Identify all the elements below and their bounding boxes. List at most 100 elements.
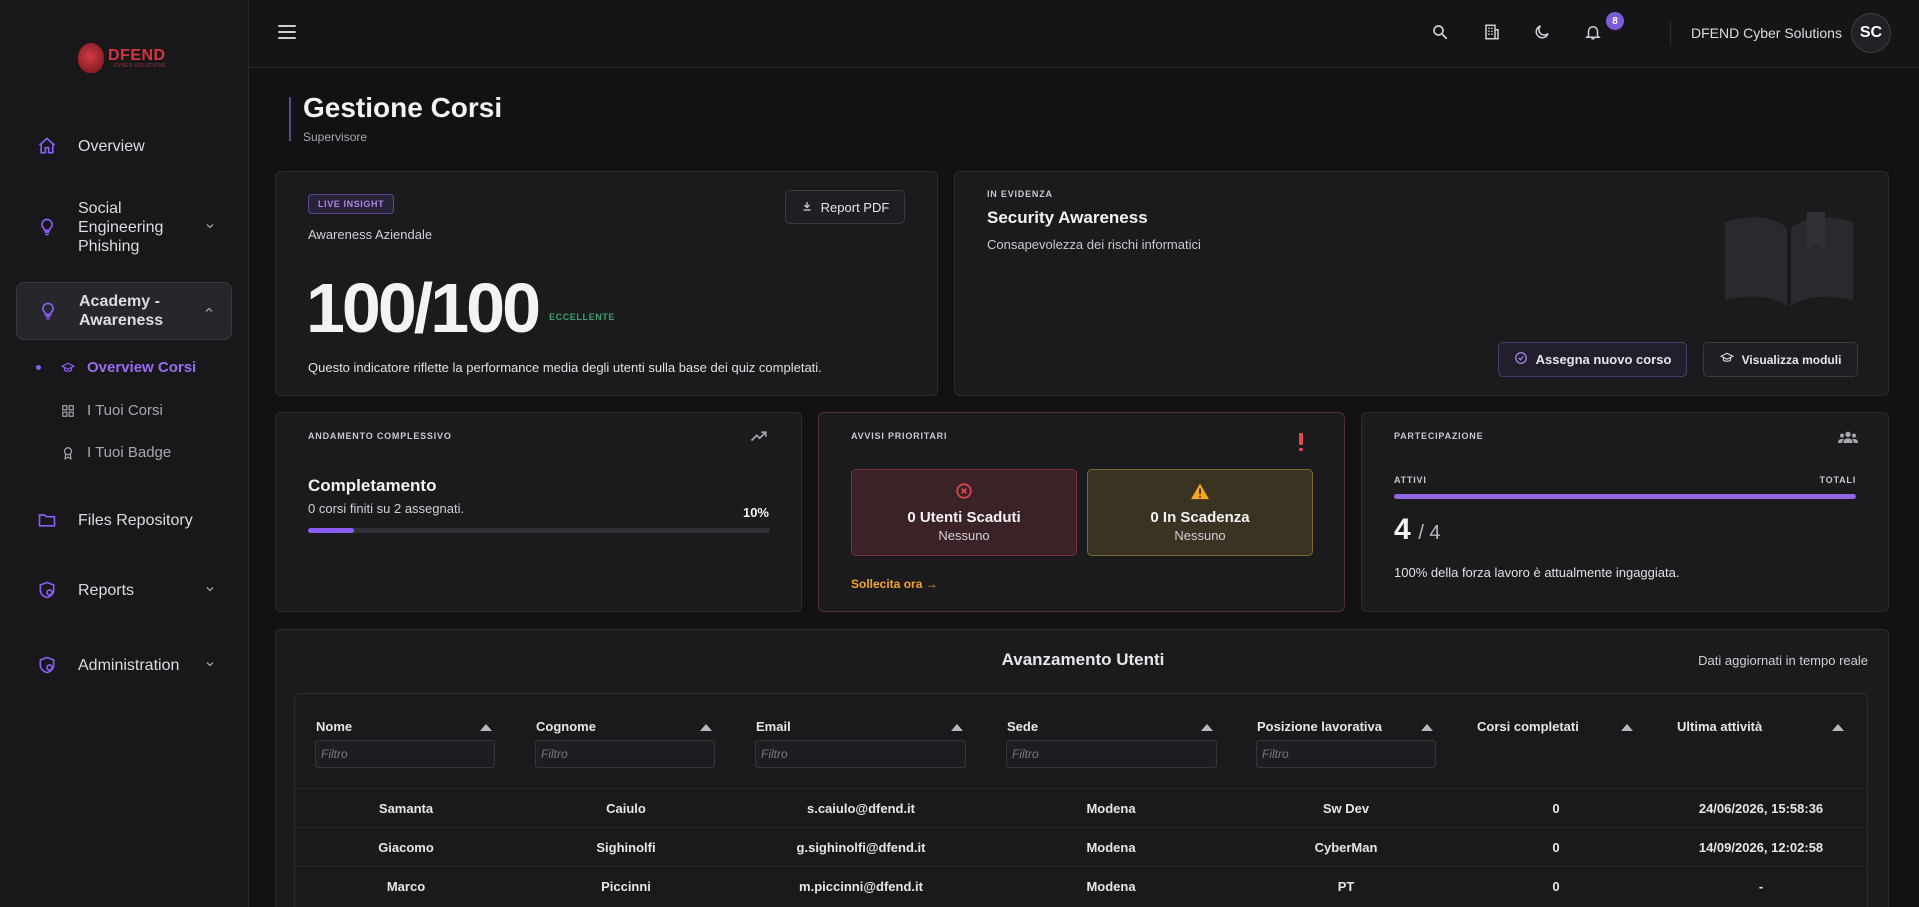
cell-corsi: 0 [1552,801,1560,816]
view-modules-button[interactable]: Visualizza moduli [1703,342,1858,377]
sidebar-item-label: Administration [78,656,180,674]
cell-email: m.piccinni@dfend.it [799,879,923,894]
sort-icon[interactable] [1832,724,1844,731]
awareness-description: Questo indicatore riflette la performanc… [308,360,822,375]
logo-subtext: CYBER SOLUTIONS [114,62,167,69]
cell-cognome: Piccinni [601,879,651,894]
grid-icon [61,404,75,418]
sort-icon[interactable] [700,724,712,731]
filter-nome-input[interactable] [315,740,495,768]
participation-card: PARTECIPAZIONE ATTIVI TOTALI 4 / 4 100% … [1361,412,1889,612]
column-header-ultima-attivita[interactable]: Ultima attività [1677,719,1762,734]
users-group-icon [1838,430,1858,447]
logo-mark-icon [78,43,104,73]
building-icon[interactable] [1481,21,1503,43]
moon-icon[interactable] [1531,21,1553,43]
remind-now-link[interactable]: Sollecita ora → [851,577,938,591]
bell-icon[interactable] [1582,21,1604,43]
logo-text: DFEND [108,46,166,64]
completion-title: Completamento [308,476,437,495]
chevron-up-icon[interactable] [203,304,217,319]
sidebar-item-academy[interactable]: Academy - Awareness [16,282,232,340]
sidebar-item-files[interactable]: Files Repository [16,507,232,533]
sidebar: DFEND CYBER SOLUTIONS Overview Social En… [0,0,249,907]
active-dot-icon [36,365,41,370]
sidebar-item-reports[interactable]: Reports [16,577,232,603]
search-icon[interactable] [1429,21,1451,43]
cell-posizione: Sw Dev [1322,801,1370,816]
sort-icon[interactable] [1421,724,1433,731]
sidebar-item-label: Reports [78,581,135,599]
assign-course-button[interactable]: Assegna nuovo corso [1498,342,1687,377]
table-row[interactable]: Giacomo Sighinolfi g.sighinolfi@dfend.it… [295,827,1867,866]
menu-icon[interactable] [278,25,296,39]
cell-sede: Modena [1086,801,1136,816]
cell-ultima-attivita: 24/06/2026, 15:58:36 [1698,801,1824,816]
chevron-down-icon[interactable] [204,658,218,673]
sidebar-item-overview[interactable]: Overview [16,133,232,159]
sidebar-subitem-overview-corsi[interactable]: Overview Corsi [36,359,196,376]
sort-icon[interactable] [951,724,963,731]
cell-nome: Marco [386,879,426,894]
awareness-heading: Awareness Aziendale [308,227,433,242]
sort-icon[interactable] [1621,724,1633,731]
sidebar-item-social-engineering[interactable]: Social Engineering Phishing [16,197,232,257]
completion-progress-fill [308,528,355,533]
expired-users-sub: Nessuno [938,528,990,543]
table-row[interactable]: Samanta Caiulo s.caiulo@dfend.it Modena … [295,788,1867,827]
badge-icon [61,446,75,460]
completion-card: ANDAMENTO COMPLESSIVO Completamento 0 co… [275,412,802,612]
column-header-sede[interactable]: Sede [1007,719,1038,734]
report-pdf-button[interactable]: Report PDF [785,190,905,224]
completion-percent: 10% [742,505,769,520]
page-title: Gestione Corsi [303,92,503,123]
sidebar-subitem-label: I Tuoi Badge [87,444,172,461]
cell-posizione: PT [1337,879,1355,894]
cell-sede: Modena [1086,840,1136,855]
organization-name[interactable]: DFEND Cyber Solutions [1691,25,1842,41]
column-header-email[interactable]: Email [756,719,791,734]
sidebar-subitem-tuoi-badge[interactable]: I Tuoi Badge [36,444,171,461]
filter-email-input[interactable] [755,740,966,768]
graduation-cap-icon [1719,351,1734,368]
folder-icon [36,509,58,531]
sidebar-item-label: Overview [78,137,145,155]
rating-label: ECCELLENTE [549,312,616,322]
chevron-down-icon[interactable] [204,220,218,235]
warning-icon [1190,482,1210,503]
realtime-status: Dati aggiornati in tempo reale [1698,653,1868,668]
awareness-card: LIVE INSIGHT Awareness Aziendale Report … [275,171,938,396]
table-row[interactable]: Marco Piccinni m.piccinni@dfend.it Moden… [295,866,1867,905]
notification-badge: 8 [1606,12,1624,30]
view-modules-label: Visualizza moduli [1741,352,1842,367]
shield-gear-icon [36,579,58,601]
assign-course-label: Assegna nuovo corso [1535,352,1672,367]
trending-up-icon [750,429,768,446]
featured-course-card: IN EVIDENZA Security Awareness Consapevo… [954,171,1889,396]
lightbulb-icon [37,300,59,322]
sort-icon[interactable] [1201,724,1213,731]
total-count: / 4 [1418,522,1441,544]
column-header-nome[interactable]: Nome [316,719,352,734]
column-header-cognome[interactable]: Cognome [536,719,596,734]
cell-ultima-attivita: 14/09/2026, 12:02:58 [1698,840,1824,855]
cell-nome: Samanta [378,801,434,816]
dfend-logo[interactable]: DFEND CYBER SOLUTIONS [78,38,178,78]
filter-posizione-input[interactable] [1256,740,1436,768]
sidebar-subitem-tuoi-corsi[interactable]: I Tuoi Corsi [36,402,163,419]
column-header-corsi-completati[interactable]: Corsi completati [1477,719,1579,734]
report-pdf-label: Report PDF [820,199,890,215]
trend-kicker: ANDAMENTO COMPLESSIVO [308,431,452,441]
expired-users-box[interactable]: 0 Utenti Scaduti Nessuno [851,469,1077,556]
expiring-box[interactable]: 0 In Scadenza Nessuno [1087,469,1313,556]
avatar[interactable]: SC [1851,13,1891,53]
sidebar-item-administration[interactable]: Administration [16,652,232,678]
column-header-posizione[interactable]: Posizione lavorativa [1257,719,1382,734]
sort-icon[interactable] [480,724,492,731]
filter-sede-input[interactable] [1006,740,1217,768]
participation-progress-fill [1394,494,1856,499]
filter-cognome-input[interactable] [535,740,715,768]
live-insight-pill: LIVE INSIGHT [308,194,395,214]
active-count: 4 [1394,513,1411,546]
chevron-down-icon[interactable] [204,583,218,598]
